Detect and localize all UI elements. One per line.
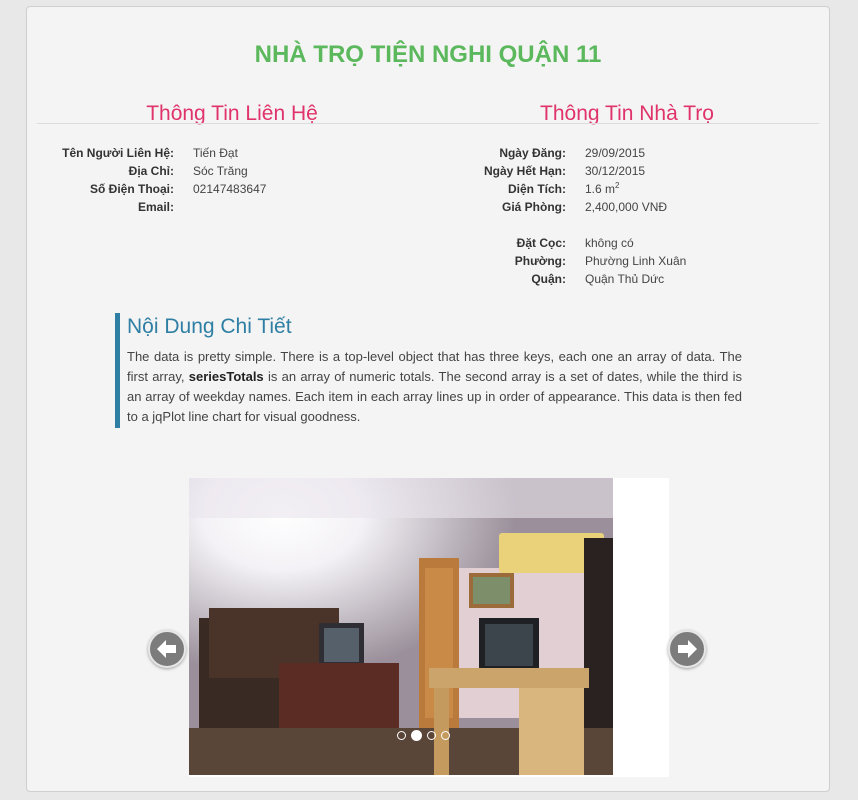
- room-row: Ngày Hết Hạn: 30/12/2015: [27, 162, 686, 180]
- slider-prev-button[interactable]: [148, 630, 186, 668]
- area-value: 1.6 m2: [566, 180, 619, 198]
- room-row: Giá Phòng: 2,400,000 VNĐ: [27, 198, 686, 216]
- room-row: Diện Tích: 1.6 m2: [27, 180, 686, 198]
- price-label: Giá Phòng:: [502, 200, 566, 214]
- area-label: Diện Tích:: [507, 182, 566, 196]
- room-row: Quận: Quận Thủ Dức: [27, 270, 686, 288]
- slider-dot[interactable]: [427, 731, 436, 740]
- divider: [37, 123, 819, 124]
- slider-dot[interactable]: [397, 731, 406, 740]
- deposit-value: không có: [585, 236, 634, 250]
- district-label: Quận:: [531, 272, 566, 286]
- slider-pagination: [397, 730, 450, 741]
- detail-section: Nội Dung Chi Tiết The data is pretty sim…: [115, 313, 742, 428]
- room-row: Ngày Đăng: 29/09/2015: [27, 144, 686, 162]
- post-date-value: 29/09/2015: [585, 146, 646, 160]
- room-row: Phường: Phường Linh Xuân: [27, 252, 687, 270]
- arrow-left-icon: [157, 640, 176, 658]
- area-unit-sup: 2: [615, 181, 620, 190]
- arrow-right-icon: [678, 640, 697, 658]
- detail-text-bold: seriesTotals: [188, 369, 264, 384]
- ward-label: Phường:: [514, 254, 566, 268]
- area-number: 1.6 m: [585, 182, 616, 196]
- district-value: Quận Thủ Dức: [585, 272, 665, 286]
- detail-text: The data is pretty simple. There is a to…: [127, 347, 742, 427]
- price-value: 2,400,000 VNĐ: [585, 200, 668, 214]
- slider-next-button[interactable]: [668, 630, 706, 668]
- expiry-date-label: Ngày Hết Hạn:: [483, 164, 566, 178]
- detail-heading: Nội Dung Chi Tiết: [127, 315, 292, 338]
- room-info: Ngày Đăng: 29/09/2015 Ngày Hết Hạn: 30/12/…: [27, 144, 686, 288]
- page-title: NHÀ TRỌ TIỆN NGHI QUẬN 11: [254, 41, 602, 68]
- slider-dot-active[interactable]: [411, 730, 422, 741]
- expiry-date-value: 30/12/2015: [585, 164, 646, 178]
- listing-card: NHÀ TRỌ TIỆN NGHI QUẬN 11 Thông Tin Liên…: [26, 6, 830, 792]
- post-date-label: Ngày Đăng:: [499, 146, 566, 160]
- ward-value: Phường Linh Xuân: [585, 254, 687, 268]
- slider-dot[interactable]: [441, 731, 450, 740]
- room-row: Đặt Cọc: không có: [27, 234, 686, 252]
- deposit-label: Đặt Cọc:: [516, 236, 566, 250]
